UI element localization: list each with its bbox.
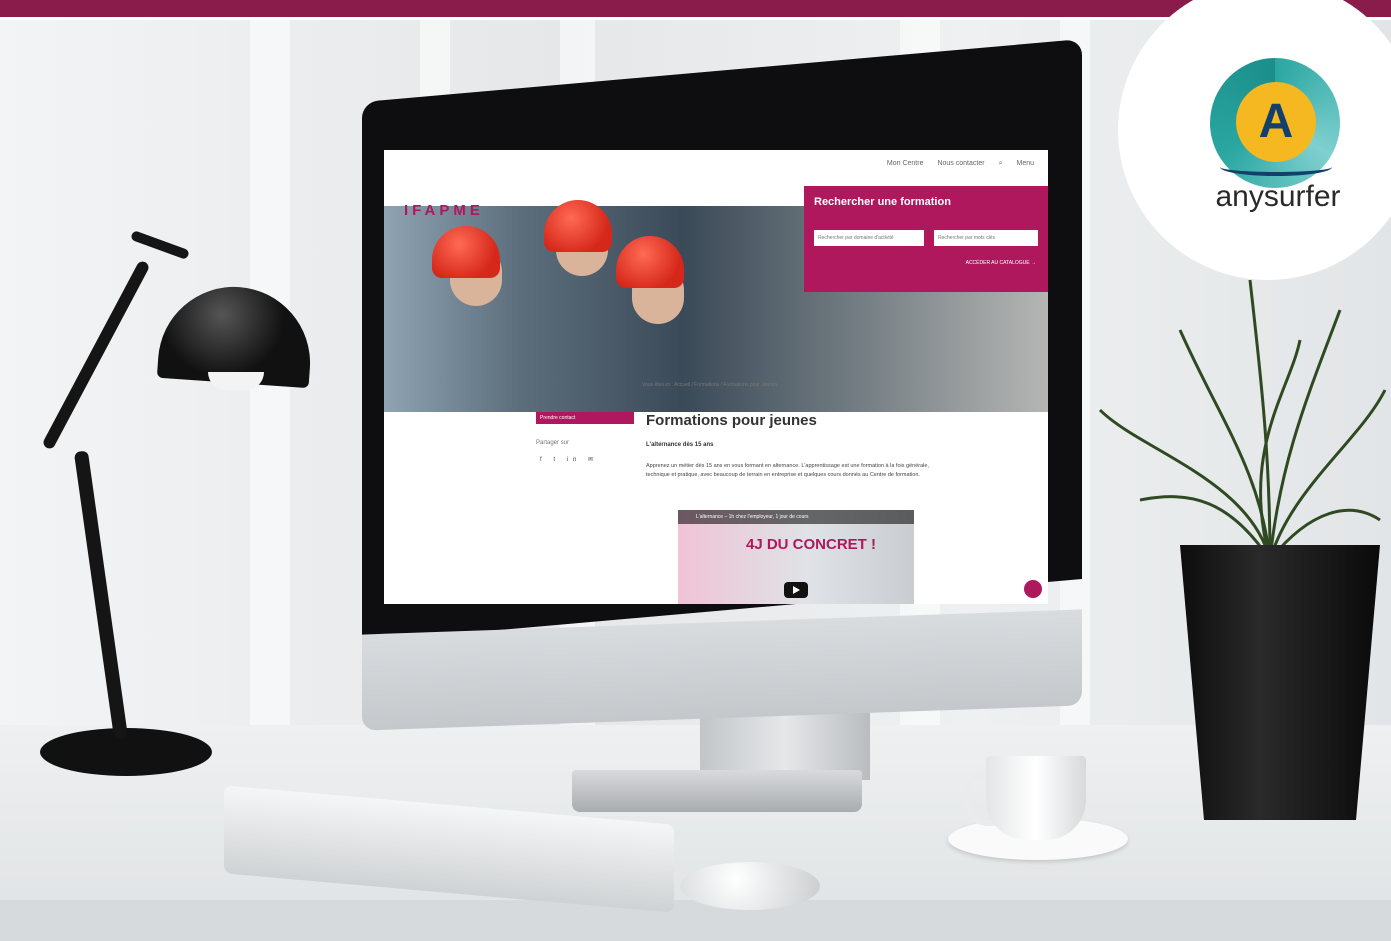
site-nav: Mon Centre Nous contacter ⌕ Menu: [887, 160, 1034, 168]
wall-stripe: [250, 20, 290, 765]
social-icons[interactable]: f t in ✉: [540, 456, 598, 463]
red-helmet: [616, 236, 684, 288]
search-panel: Rechercher une formation Rechercher par …: [804, 186, 1048, 292]
anysurfer-logo-letter: A: [1236, 82, 1316, 162]
intro-text: Apprenez un métier dès 15 ans en vous fo…: [646, 463, 929, 478]
red-helmet: [432, 226, 500, 278]
mouse: [680, 862, 820, 910]
play-icon[interactable]: [784, 582, 808, 598]
photo-scene: Mon Centre Nous contacter ⌕ Menu IFAPME …: [0, 0, 1391, 941]
keyword-input[interactable]: Rechercher par mots clés: [934, 230, 1038, 246]
video-embed[interactable]: L'alternance – 1h chez l'employeur, 1 jo…: [678, 510, 914, 604]
search-title: Rechercher une formation: [814, 196, 951, 208]
anysurfer-wave-icon: [1220, 158, 1332, 176]
anysurfer-wordmark: anysurfer: [1215, 180, 1341, 213]
video-banner: 4J DU CONCRET !: [746, 536, 877, 553]
domain-select[interactable]: Rechercher par domaine d'activité: [814, 230, 924, 246]
monitor-stand-foot: [572, 770, 862, 812]
plant-pot: [1180, 545, 1380, 820]
page-title: Formations pour jeunes: [646, 412, 817, 429]
desk-edge: [0, 900, 1391, 941]
nav-item-contact[interactable]: Nous contacter: [937, 160, 984, 168]
monitor-screen: Mon Centre Nous contacter ⌕ Menu IFAPME …: [384, 150, 1048, 604]
search-icon[interactable]: ⌕: [999, 160, 1003, 168]
video-title: L'alternance – 1h chez l'employeur, 1 jo…: [678, 510, 914, 524]
share-label: Partager sur: [536, 440, 570, 446]
page-subtitle: L'alternance dès 15 ans: [646, 442, 714, 448]
plant-leaves: [1098, 279, 1387, 560]
chat-icon[interactable]: [1024, 580, 1042, 598]
ifapme-logo[interactable]: IFAPME: [404, 202, 484, 219]
red-helmet: [544, 200, 612, 252]
coffee-cup: [986, 756, 1086, 840]
contact-button[interactable]: Prendre contact: [536, 412, 634, 424]
breadcrumb[interactable]: Vous êtes ici : Accueil / Formations / F…: [642, 382, 777, 388]
catalogue-link[interactable]: ACCÉDER AU CATALOGUE →: [966, 260, 1036, 266]
nav-item-mon-centre[interactable]: Mon Centre: [887, 160, 924, 168]
nav-item-menu[interactable]: Menu: [1016, 160, 1034, 168]
